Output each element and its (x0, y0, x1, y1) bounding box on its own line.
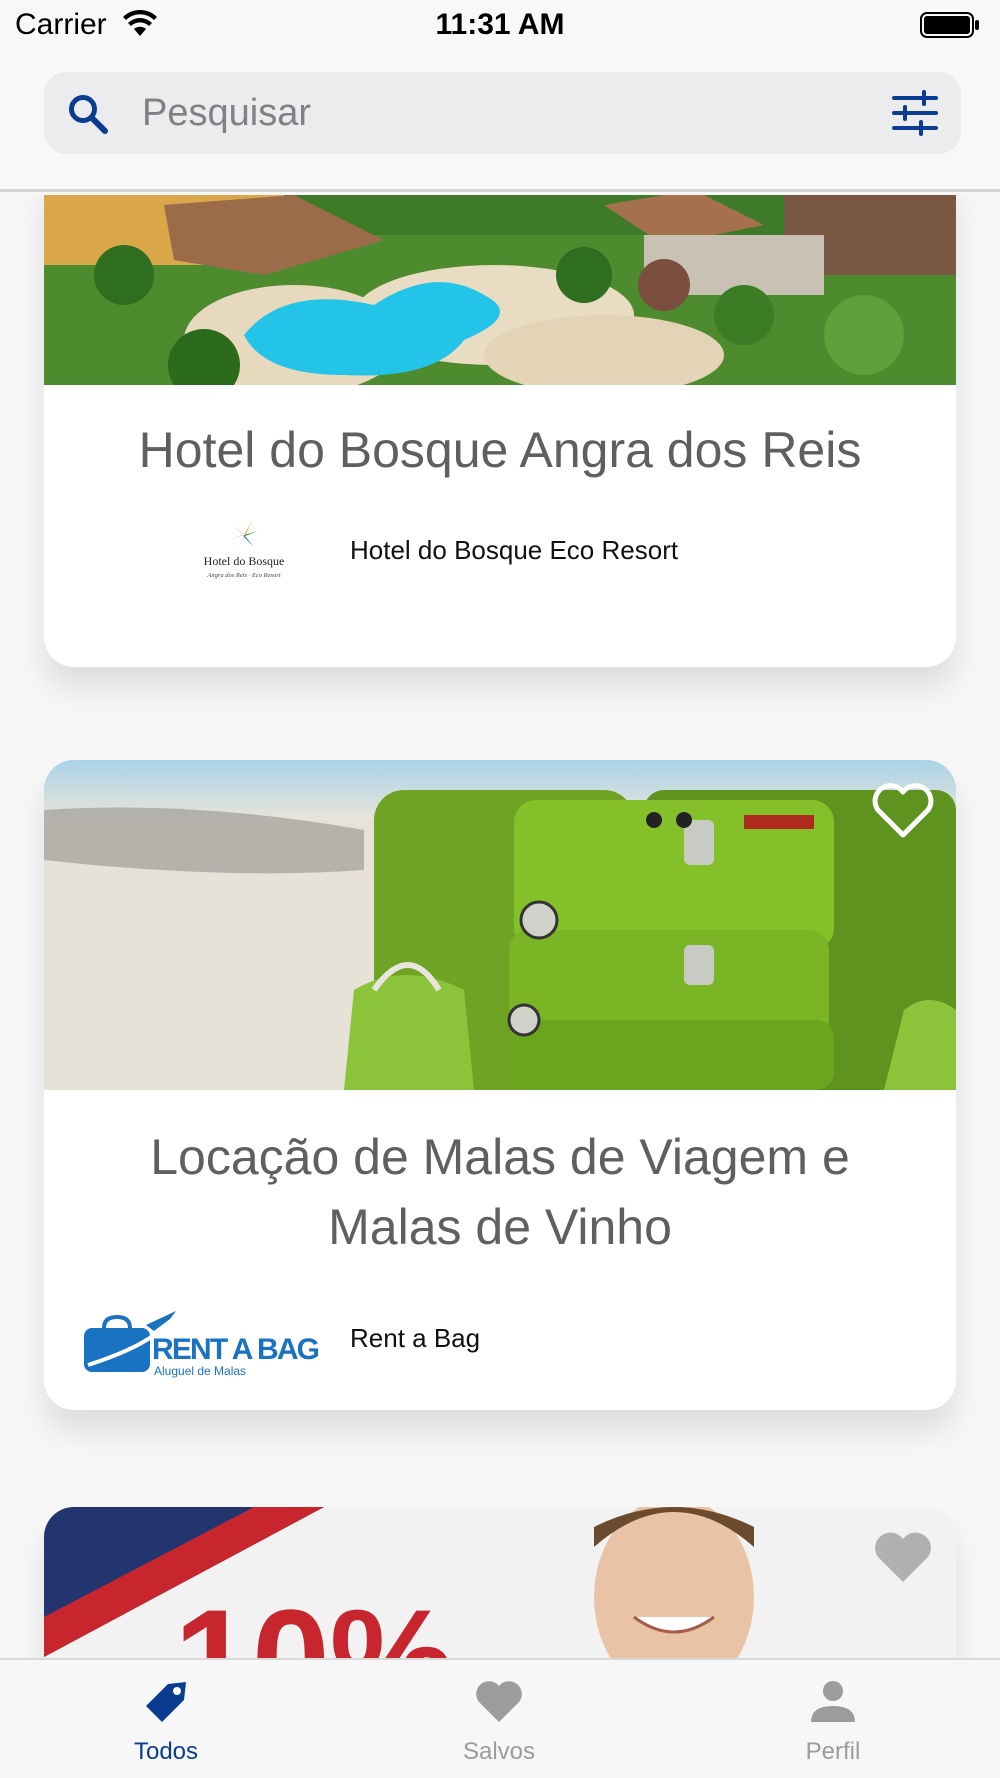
flower-logo-icon: Hotel do Bosque Angra dos Reis · Eco Res… (204, 521, 285, 579)
battery-icon (920, 12, 979, 38)
tab-perfil[interactable]: Perfil (733, 1660, 933, 1778)
suitcases-photo-graphic (44, 760, 956, 1090)
promo-banner-graphic: 10% (44, 1507, 956, 1658)
tab-label: Perfil (805, 1738, 861, 1765)
logo-text: Hotel do Bosque (204, 554, 285, 568)
tab-todos[interactable]: Todos (66, 1660, 266, 1778)
person-icon (811, 1681, 855, 1722)
heart-icon (476, 1681, 522, 1722)
hotel-do-bosque-logo: Hotel do Bosque Angra dos Reis · Eco Res… (84, 507, 324, 597)
heart-filled-icon[interactable] (870, 1527, 936, 1587)
tab-label: Todos (133, 1738, 199, 1765)
logo-subtext: Angra dos Reis · Eco Resort (206, 572, 280, 579)
discount-text: 10% (174, 1580, 454, 1658)
offer-title: Locação de Malas de Viagem e Malas de Vi… (150, 1129, 850, 1255)
logo-subtext: Aluguel de Malas (154, 1364, 246, 1378)
search-header (0, 52, 1000, 192)
offer-card[interactable]: 10% (44, 1507, 956, 1658)
offer-card[interactable]: Locação de Malas de Viagem e Malas de Vi… (44, 760, 956, 1410)
rent-a-bag-logo-graphic: RENT A BAG Aluguel de Malas (84, 1311, 320, 1378)
app-screen: Carrier 11:31 AM Pesquisar Hotel do Bosq… (0, 0, 1000, 1778)
rent-a-bag-logo: RENT A BAG Aluguel de Malas (84, 1295, 324, 1385)
search-bar[interactable] (44, 72, 961, 154)
tag-icon (146, 1682, 186, 1722)
status-bar: Carrier 11:31 AM (0, 0, 1000, 52)
logo-text: RENT A BAG (152, 1333, 320, 1366)
brand-row: RENT A BAG Aluguel de Malas Rent a Bag (44, 1295, 956, 1385)
offer-title: Hotel do Bosque Angra dos Reis (138, 422, 862, 478)
heart-outline-icon[interactable] (870, 780, 936, 840)
brand-name: Rent a Bag (350, 1323, 481, 1353)
search-input[interactable] (142, 72, 782, 154)
resort-photo-graphic (44, 195, 956, 385)
tab-bar: Todos Salvos Perfil (0, 1658, 1000, 1778)
tab-salvos[interactable]: Salvos (399, 1660, 599, 1778)
brand-name: Hotel do Bosque Eco Resort (350, 535, 679, 565)
sliders-filter-icon[interactable] (891, 90, 939, 136)
discount-promo-banner[interactable]: 10% (44, 1507, 956, 1658)
search-icon (69, 95, 108, 134)
offer-card[interactable]: Hotel do Bosque Angra dos Reis Hotel do … (44, 195, 956, 667)
clock: 11:31 AM (435, 8, 565, 41)
green-suitcases-beach-photo[interactable] (44, 760, 956, 1090)
resort-pool-aerial-photo[interactable] (44, 195, 956, 385)
tab-label: Salvos (462, 1738, 536, 1765)
brand-row: Hotel do Bosque Angra dos Reis · Eco Res… (44, 507, 956, 597)
offers-feed[interactable]: Hotel do Bosque Angra dos Reis Hotel do … (0, 195, 1000, 1658)
